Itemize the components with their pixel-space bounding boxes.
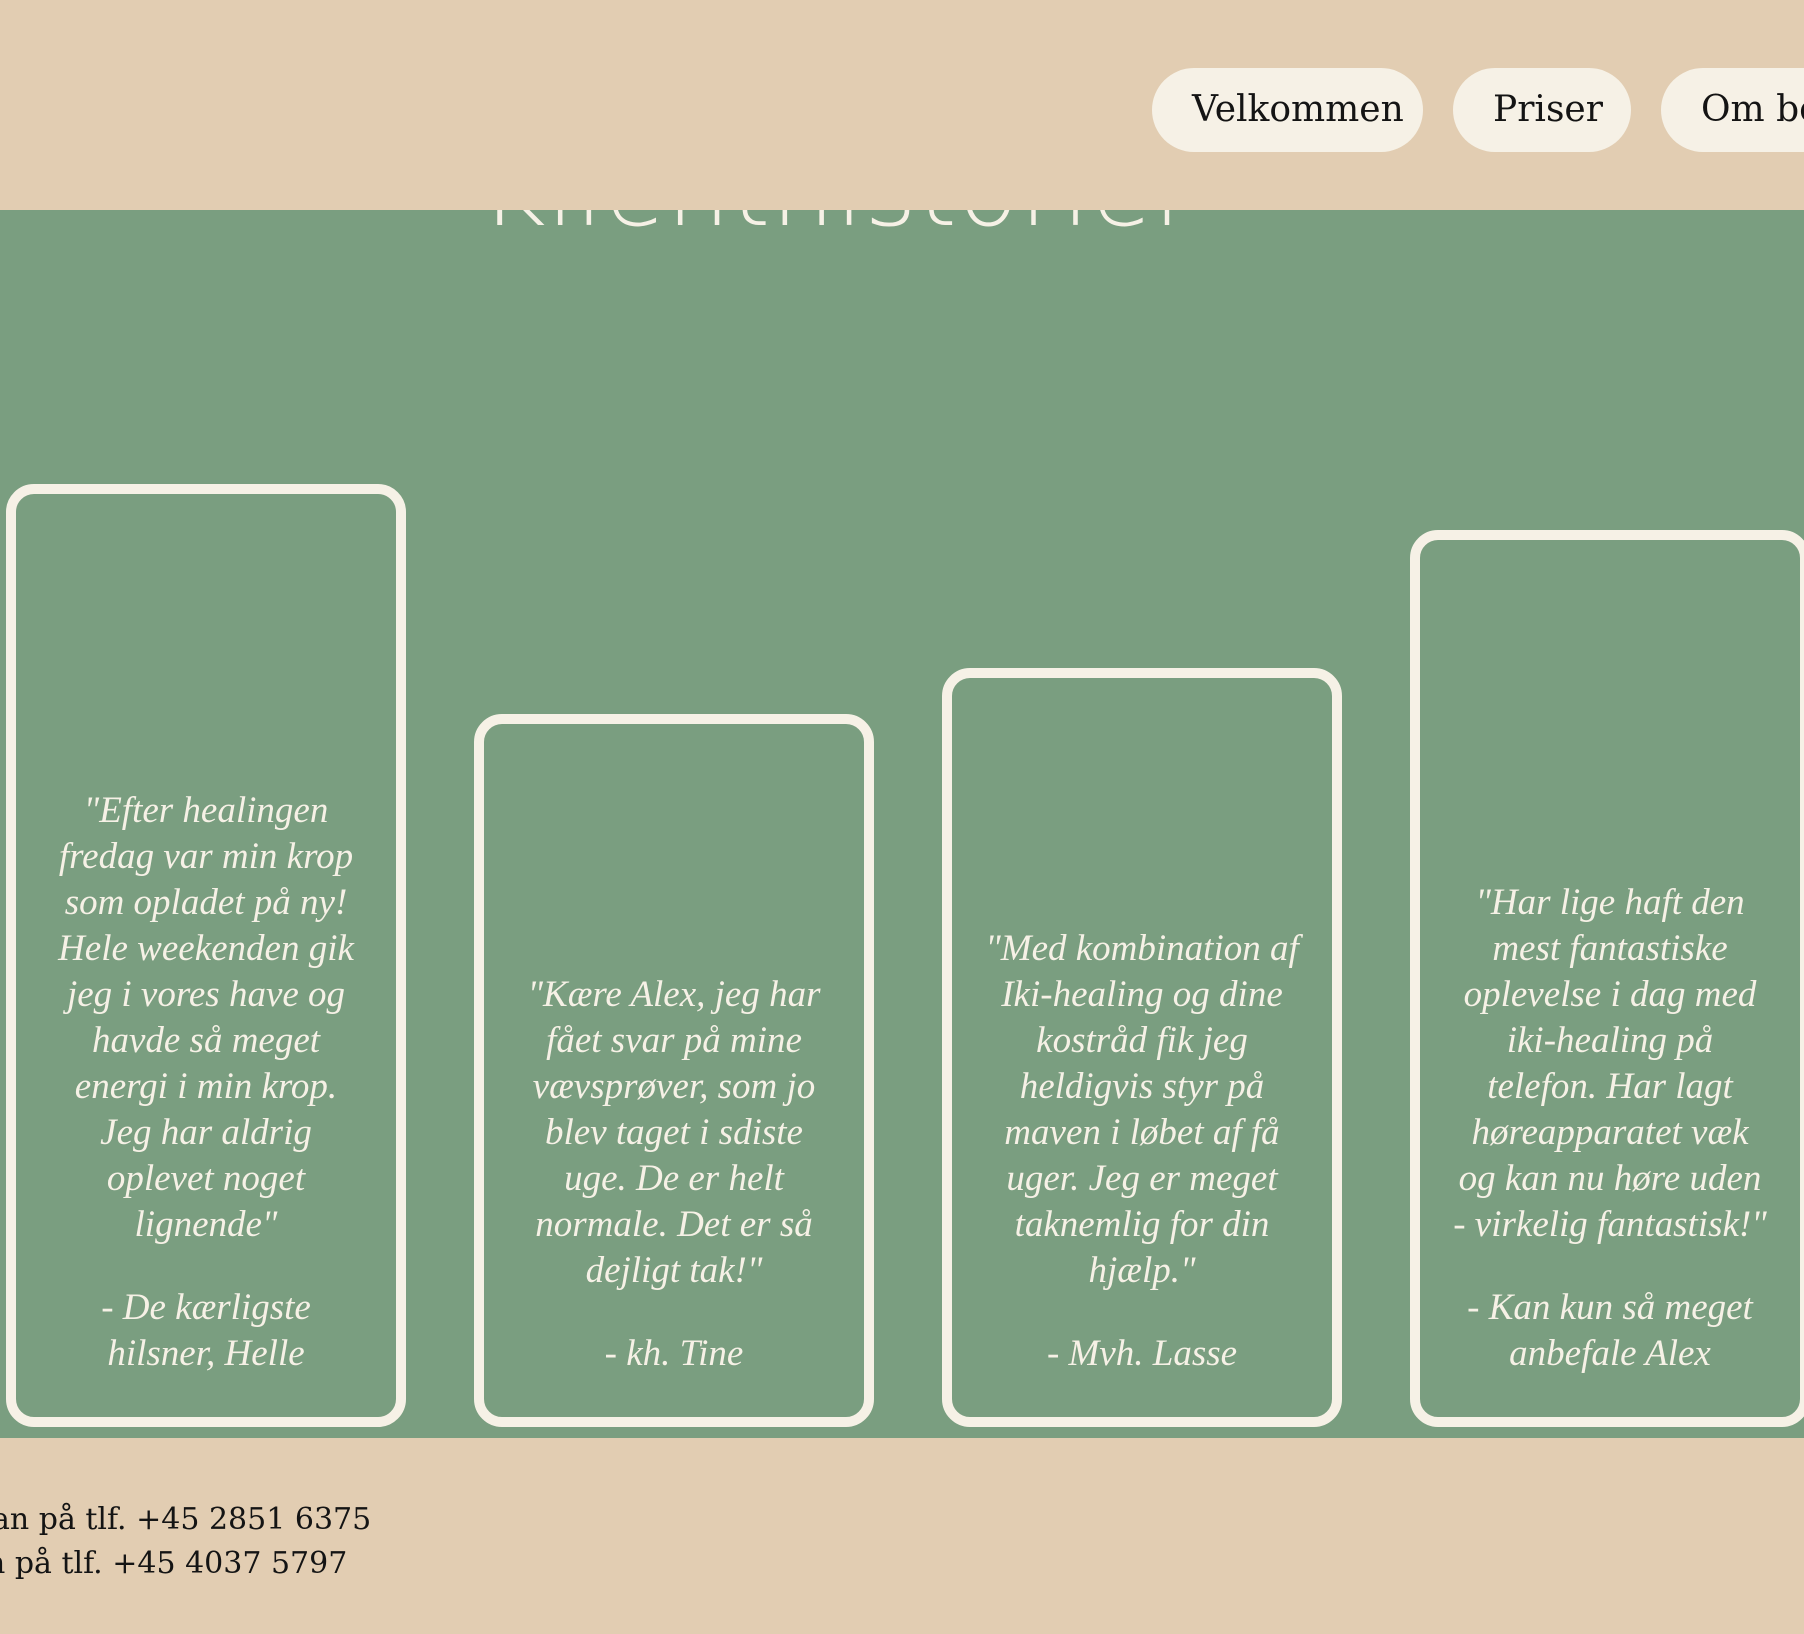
testimonial-card: "Kære Alex, jeg har fået svar på mine væ… — [474, 714, 874, 1427]
nav-velkommen-button[interactable]: Velkommen — [1152, 68, 1423, 152]
testimonial-quote: "Har lige haft den mest fantastiske ople… — [1453, 882, 1767, 1245]
testimonial-signature: - kh. Tine — [604, 1333, 744, 1374]
testimonial-signature: - Kan kun så meget anbefale Alex — [1467, 1287, 1753, 1374]
testimonial-signature: - Mvh. Lasse — [1046, 1333, 1238, 1374]
footer-phone-line: an på tlf. +45 2851 6375 — [0, 1502, 372, 1537]
testimonial-quote: "Kære Alex, jeg har fået svar på mine væ… — [527, 974, 821, 1291]
site-header: Velkommen Priser Om be — [0, 0, 1804, 210]
footer-phone-line: n på tlf. +45 4037 5797 — [0, 1546, 348, 1581]
page: Klienthistorier "Efter healingen fredag … — [0, 0, 1804, 1634]
testimonial-card: "Med kombination af Iki-healing og dine … — [942, 668, 1342, 1427]
testimonial-quote: "Efter healingen fredag var min krop som… — [58, 790, 354, 1245]
nav-priser-button[interactable]: Priser — [1453, 68, 1631, 152]
section-title: Klienthistorier — [480, 210, 1195, 249]
testimonial-card: "Efter healingen fredag var min krop som… — [6, 484, 406, 1427]
nav-om-button[interactable]: Om be — [1661, 68, 1804, 152]
testimonials-section: Klienthistorier "Efter healingen fredag … — [0, 210, 1804, 1438]
testimonial-signature: - De kærligste hilsner, Helle — [101, 1287, 311, 1374]
testimonial-quote: "Med kombination af Iki-healing og dine … — [985, 928, 1299, 1291]
testimonial-card: "Har lige haft den mest fantastiske ople… — [1410, 530, 1804, 1427]
site-footer: an på tlf. +45 2851 6375 n på tlf. +45 4… — [0, 1438, 1804, 1634]
